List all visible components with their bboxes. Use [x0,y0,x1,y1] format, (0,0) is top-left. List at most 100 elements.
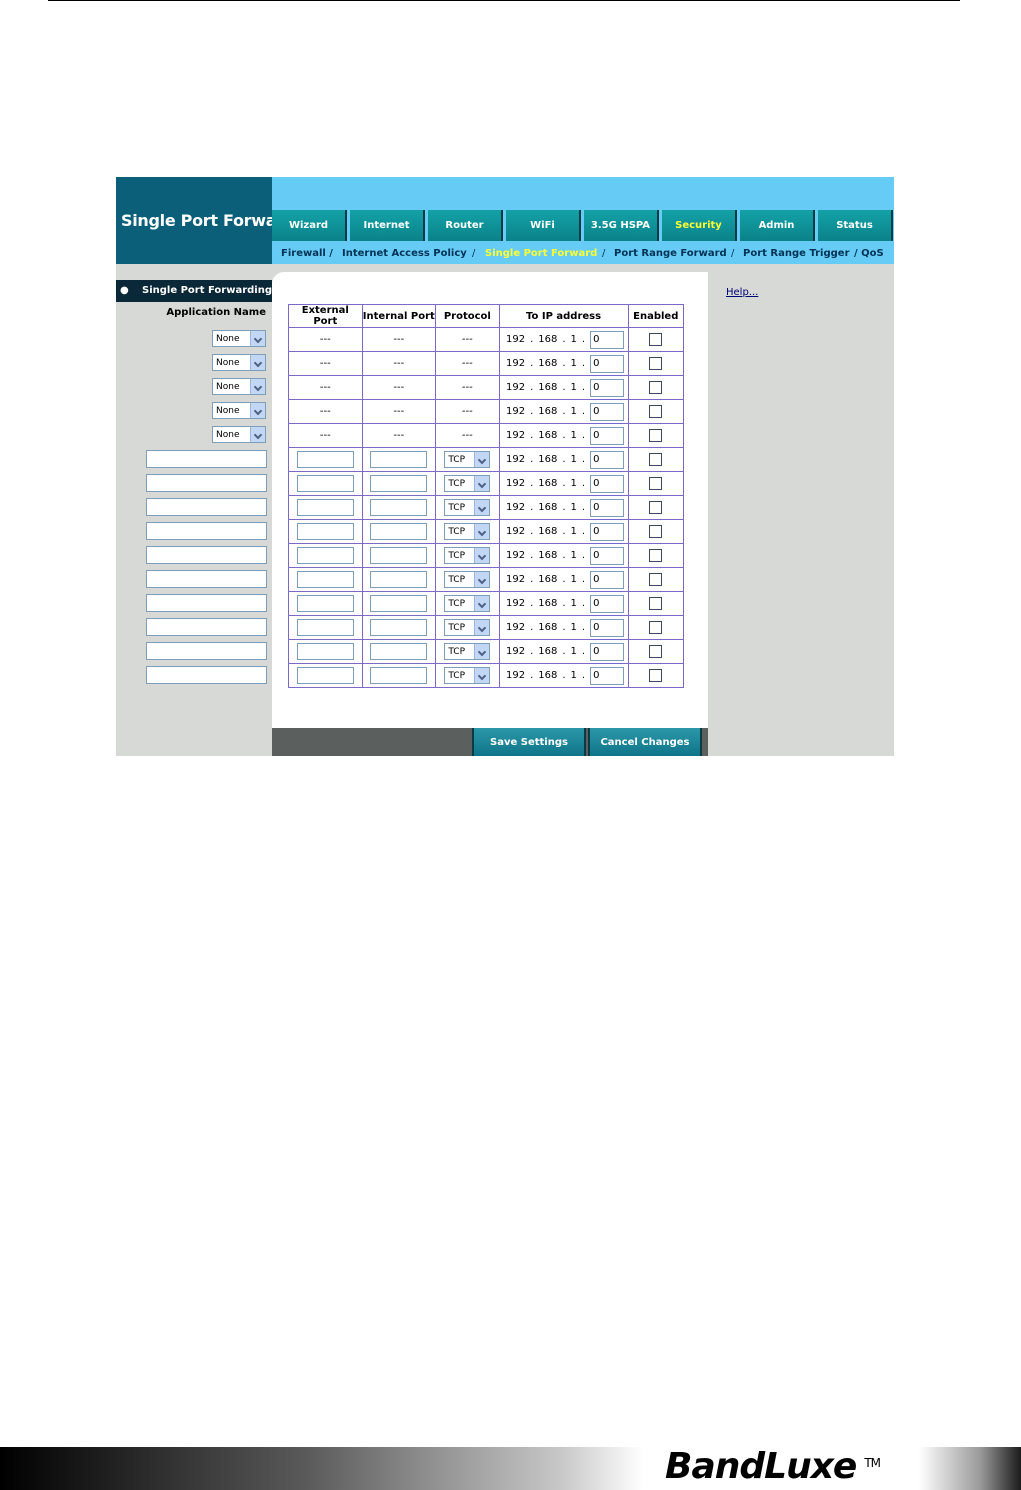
protocol-select[interactable]: TCP [444,643,491,660]
cancel-changes-button[interactable]: Cancel Changes [588,728,702,756]
enabled-checkbox[interactable] [649,549,663,562]
section-label: ● Single Port Forwarding [116,280,272,302]
subnav-firewall[interactable]: Firewall / [281,248,333,259]
internal-port-input[interactable] [370,475,428,492]
app-name-input[interactable] [146,450,267,468]
app-name-select-4[interactable]: None [212,402,266,419]
enabled-checkbox[interactable] [649,621,663,634]
subnav-qos[interactable]: / QoS [854,248,884,259]
app-name-input[interactable] [146,474,267,492]
external-port-input[interactable] [296,451,354,468]
ip-last-octet-input[interactable]: 0 [590,666,625,685]
subnav-internet-access-policy[interactable]: Internet Access Policy [342,248,467,259]
protocol-select[interactable]: TCP [444,595,491,612]
tab-hspa[interactable]: 3.5G HSPA [584,210,659,241]
enabled-checkbox[interactable] [649,669,663,682]
external-port-input[interactable] [296,667,354,684]
internal-port-input[interactable] [370,595,428,612]
ip-last-octet-input[interactable]: 0 [590,570,625,589]
external-port-cell [288,567,363,592]
ip-last-octet-input[interactable]: 0 [590,522,625,541]
protocol-select[interactable]: TCP [444,547,491,564]
ip-last-octet-input[interactable]: 0 [590,546,625,565]
ip-last-octet-input[interactable]: 0 [590,378,625,397]
enabled-checkbox[interactable] [649,381,663,394]
internal-port-input[interactable] [370,619,428,636]
app-name-input[interactable] [146,498,267,516]
internal-port-input[interactable] [370,451,428,468]
app-name-select-2[interactable]: None [212,354,266,371]
protocol-select[interactable]: TCP [444,451,491,468]
subnav-single-port-forward[interactable]: Single Port Forward [485,248,597,259]
external-port-input[interactable] [296,547,354,564]
subnav-port-range-trigger[interactable]: Port Range Trigger [743,248,850,259]
tab-router[interactable]: Router [428,210,503,241]
app-name-input[interactable] [146,618,267,636]
app-name-input[interactable] [146,522,267,540]
ip-dot: . [562,334,566,345]
tab-wizard[interactable]: Wizard [272,210,347,241]
tab-admin[interactable]: Admin [740,210,815,241]
external-port-input[interactable] [296,595,354,612]
enabled-cell [627,639,685,664]
external-port-input[interactable] [296,499,354,516]
enabled-checkbox[interactable] [649,429,663,442]
ip-last-octet-input[interactable]: 0 [590,354,625,373]
external-port-input[interactable] [296,571,354,588]
external-port-input[interactable] [296,643,354,660]
internal-port-cell [361,615,437,640]
protocol-select[interactable]: TCP [444,571,491,588]
internal-port-input[interactable] [370,571,428,588]
enabled-checkbox[interactable] [649,357,663,370]
app-name-select-3[interactable]: None [212,378,266,395]
enabled-checkbox[interactable] [649,477,663,490]
app-name-input[interactable] [146,666,267,684]
tab-security[interactable]: Security [662,210,737,241]
enabled-checkbox[interactable] [649,405,663,418]
ip-last-octet-input[interactable]: 0 [590,426,625,445]
app-name-select-1[interactable]: None [212,330,266,347]
internal-port-input[interactable] [370,523,428,540]
ip-last-octet-input[interactable]: 0 [590,474,625,493]
external-port-input[interactable] [296,619,354,636]
app-name-select-5[interactable]: None [212,426,266,443]
tab-wifi[interactable]: WiFi [506,210,581,241]
internal-port-input[interactable] [370,643,428,660]
protocol-select[interactable]: TCP [444,523,491,540]
protocol-select[interactable]: TCP [444,667,491,684]
protocol-select[interactable]: TCP [444,499,491,516]
section-label-text: Single Port Forwarding [142,285,272,296]
tab-status[interactable]: Status [818,210,893,241]
ip-last-octet-input[interactable]: 0 [590,402,625,421]
ip-last-octet-input[interactable]: 0 [590,594,625,613]
protocol-select[interactable]: TCP [444,475,491,492]
external-port-input[interactable] [296,475,354,492]
ip-last-octet-input[interactable]: 0 [590,642,625,661]
enabled-checkbox[interactable] [649,573,663,586]
enabled-checkbox[interactable] [649,525,663,538]
subnav-port-range-forward[interactable]: Port Range Forward [614,248,727,259]
app-name-input[interactable] [146,594,267,612]
app-name-input[interactable] [146,642,267,660]
external-port-input[interactable] [296,523,354,540]
enabled-checkbox[interactable] [649,501,663,514]
tab-internet[interactable]: Internet [350,210,425,241]
enabled-checkbox[interactable] [649,645,663,658]
internal-port-input[interactable] [370,499,428,516]
app-name-input[interactable] [146,546,267,564]
protocol-select[interactable]: TCP [444,619,491,636]
enabled-checkbox[interactable] [649,333,663,346]
save-settings-button[interactable]: Save Settings [472,728,586,756]
ip-last-octet-input[interactable]: 0 [590,450,625,469]
ip-last-octet-input[interactable]: 0 [590,618,625,637]
enabled-checkbox[interactable] [649,453,663,466]
select-value: TCP [448,527,466,537]
ip-address-cell: 192. 168. 1. 0 [498,495,629,520]
ip-last-octet-input[interactable]: 0 [590,330,625,349]
ip-last-octet-input[interactable]: 0 [590,498,625,517]
internal-port-input[interactable] [370,667,428,684]
enabled-checkbox[interactable] [649,597,663,610]
internal-port-input[interactable] [370,547,428,564]
app-name-input[interactable] [146,570,267,588]
help-link[interactable]: Help... [726,287,758,298]
